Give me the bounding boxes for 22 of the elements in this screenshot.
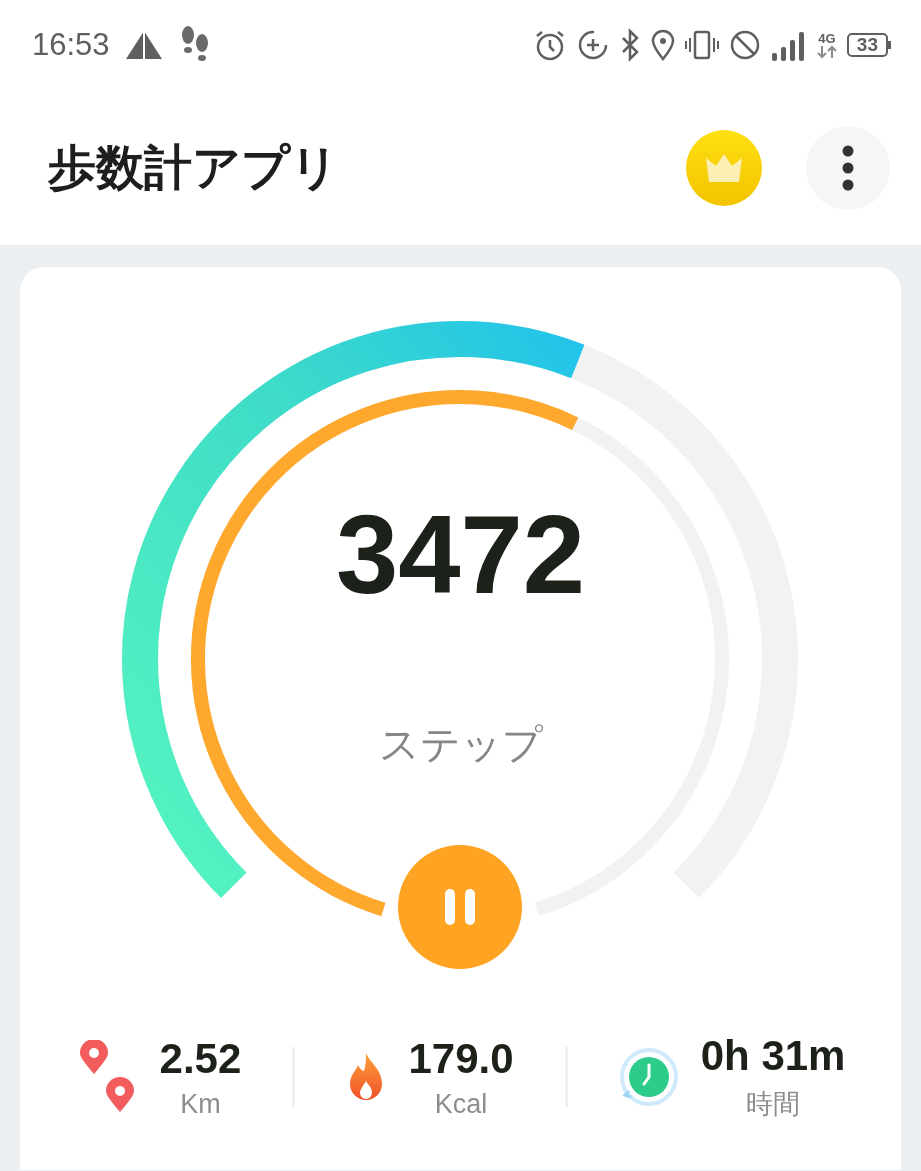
data-saver-icon bbox=[576, 29, 609, 61]
pause-icon bbox=[443, 887, 477, 927]
stat-unit: Kcal bbox=[434, 1088, 488, 1120]
stat-unit: Km bbox=[180, 1088, 221, 1120]
stat-value: 0h 31m bbox=[700, 1032, 846, 1080]
clock-time: 16:53 bbox=[32, 27, 110, 63]
stat-value: 179.0 bbox=[408, 1034, 514, 1083]
vibrate-icon bbox=[684, 29, 719, 61]
triangle-icon bbox=[123, 28, 164, 62]
more-icon bbox=[842, 144, 854, 191]
app-title: 歩数計アプリ bbox=[48, 139, 340, 196]
data-arrows-icon bbox=[816, 44, 837, 59]
signal-icon bbox=[770, 29, 807, 61]
step-unit: ステップ bbox=[378, 722, 543, 766]
battery-level: 33 bbox=[846, 33, 888, 57]
location-icon bbox=[650, 29, 675, 61]
stat-unit: 時間 bbox=[746, 1088, 801, 1121]
stat-value: 2.52 bbox=[159, 1034, 242, 1083]
clock-icon bbox=[618, 1047, 679, 1107]
do-not-disturb-icon bbox=[728, 29, 761, 61]
step-count: 3472 bbox=[335, 499, 586, 611]
network-type: 4G bbox=[818, 31, 836, 45]
